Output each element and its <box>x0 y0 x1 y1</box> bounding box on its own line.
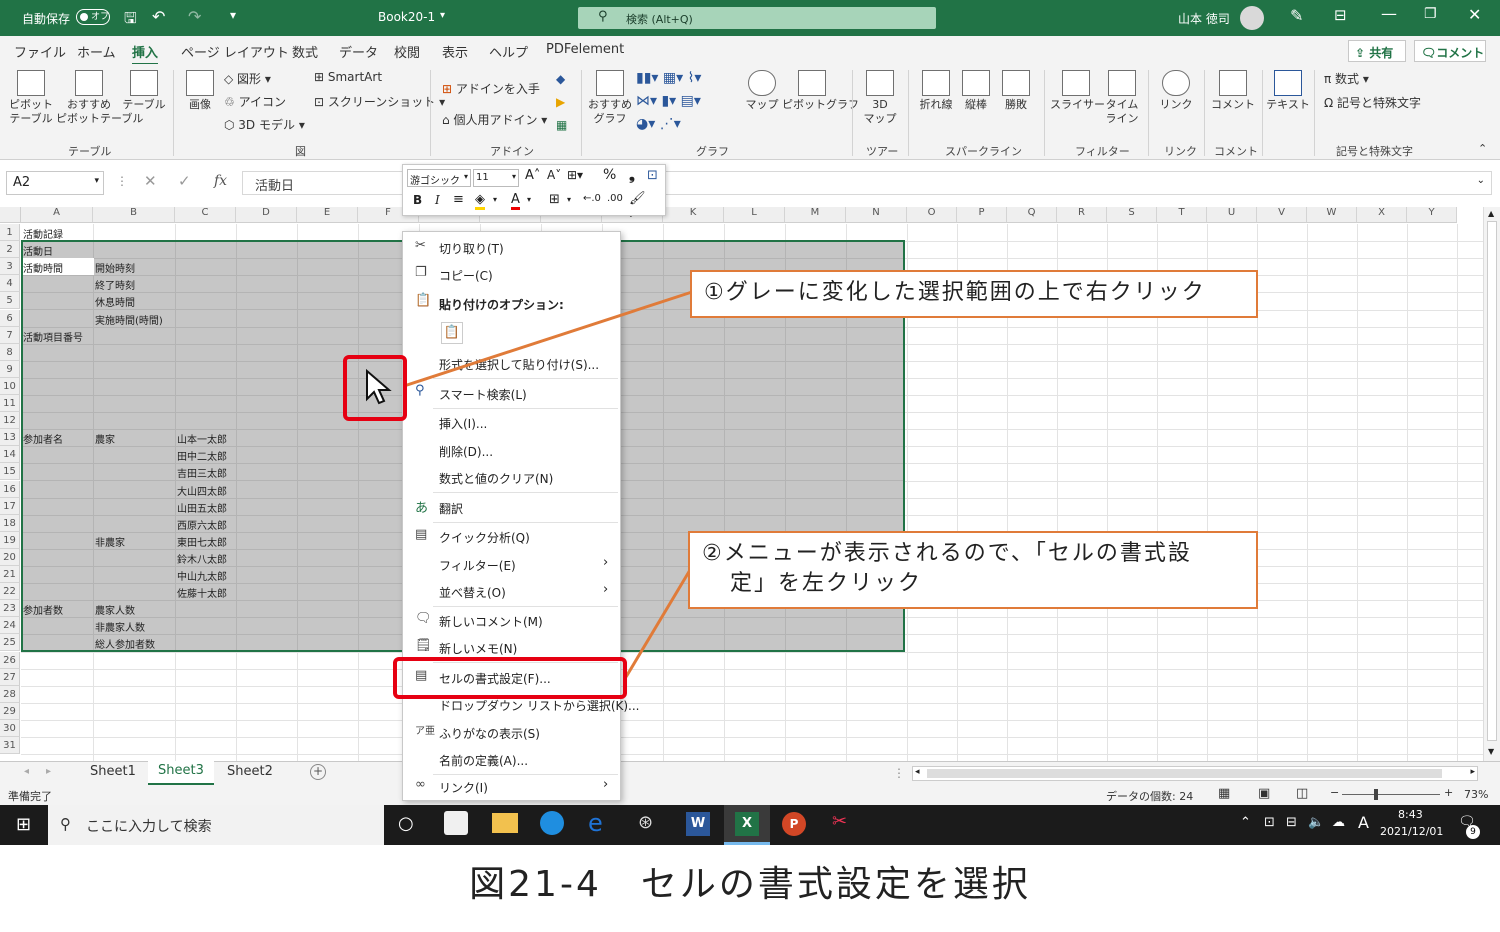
cursor-highlight-box <box>343 355 407 421</box>
callout-step-2-line2: 定」を左クリック <box>730 571 923 596</box>
format-cells-highlight-box <box>393 657 627 699</box>
callout-step-2: ②メニューが表示されるので、「セルの書式設 定」を左クリック <box>688 531 1258 609</box>
callout-step-2-line1: ②メニューが表示されるので、「セルの書式設 <box>702 541 1192 566</box>
figure-caption: 図21-4 セルの書式設定を選択 <box>469 864 1031 905</box>
callout-line-1 <box>403 290 693 388</box>
callout-connectors <box>366 290 693 678</box>
callout-line-2 <box>624 569 692 678</box>
callout-step-1: ①グレーに変化した選択範囲の上で右クリック <box>690 270 1258 318</box>
